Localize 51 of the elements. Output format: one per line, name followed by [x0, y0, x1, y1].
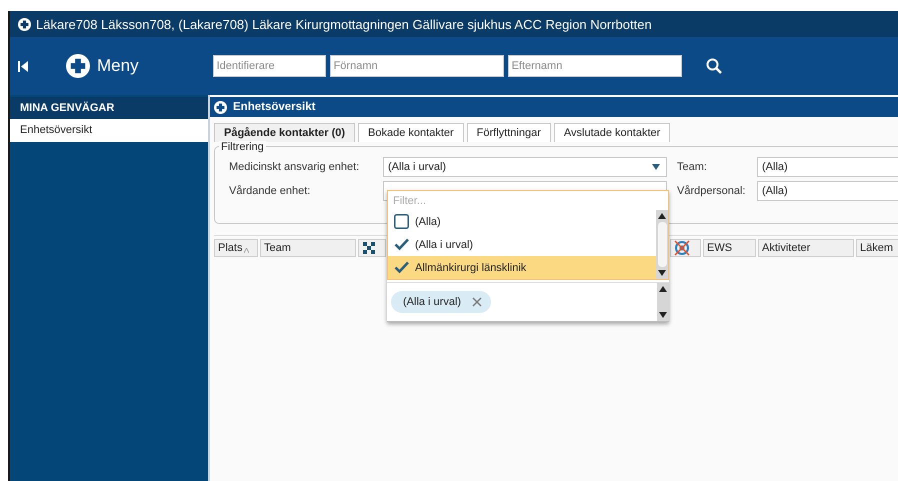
search-field[interactable]: Förnamn [330, 55, 504, 77]
scroll-down-icon [658, 270, 666, 276]
column-header[interactable] [670, 239, 701, 257]
caret-icon [652, 164, 660, 170]
tab[interactable]: Bokade kontakter [358, 123, 464, 142]
search-icon [706, 58, 722, 74]
search-field[interactable]: Efternamn [508, 55, 682, 77]
column-header[interactable]: Aktiviteter [758, 239, 854, 257]
tab[interactable]: Förflyttningar [466, 123, 551, 142]
search-field[interactable]: Identifierare [212, 55, 326, 77]
scroll-up-icon [658, 213, 666, 219]
plus-icon [214, 100, 227, 114]
column-header[interactable]: EWS [703, 239, 756, 257]
collapse-button[interactable] [16, 58, 30, 74]
tab[interactable]: Pågående kontakter (0) [214, 123, 356, 142]
column-header[interactable] [358, 239, 386, 257]
scroll-thumb[interactable] [658, 222, 666, 267]
dropdown-option[interactable]: Allmänkirurgi länsklinik [388, 256, 656, 279]
column-header[interactable]: Plats [214, 239, 258, 257]
field-label: Vårdpersonal: [676, 185, 746, 197]
remove-button[interactable] [471, 296, 484, 308]
dropdown-field[interactable]: (Alla i urval) [383, 157, 667, 177]
target-icon [674, 240, 690, 256]
scroll-down-icon [659, 312, 667, 318]
scrollbar[interactable] [657, 283, 669, 321]
sort-icon [244, 248, 250, 252]
collapse-icon [18, 60, 28, 72]
close-icon [472, 297, 482, 307]
search-button[interactable] [704, 56, 724, 76]
dropdown-option[interactable]: (Alla) [388, 210, 656, 233]
plus-icon [66, 54, 90, 78]
dropdown-option[interactable]: (Alla i urval) [388, 233, 656, 256]
menu-button[interactable]: Meny [66, 54, 139, 78]
field-label: Team: [676, 161, 708, 173]
scroll-up-icon [659, 286, 667, 292]
scrollbar[interactable] [656, 210, 668, 279]
plus-icon [18, 18, 31, 30]
column-header[interactable]: Team [260, 239, 356, 257]
tab[interactable]: Avslutade kontakter [554, 123, 670, 142]
filter-field[interactable]: Filter... [387, 190, 669, 210]
dropdown-field[interactable]: (Alla) [757, 181, 898, 201]
panel-title: Enhetsöversikt [233, 101, 316, 113]
field-label: Vårdande enhet: [229, 185, 312, 197]
dropdown-field[interactable]: (Alla) [757, 157, 898, 177]
selected-chip: (Alla i urval) [391, 291, 492, 313]
field-label: Medicinskt ansvarig enhet: [229, 161, 360, 173]
column-header[interactable]: Läkem [856, 239, 898, 257]
window-title: Läkare708 Läksson708, (Lakare708) Läkare Kirurgmottagningen Gällivare sjukhus ACC Region Norrbotten [36, 16, 652, 32]
sidebar-item[interactable]: Enhetsöversikt [10, 119, 208, 142]
sidebar-header: MINA GENVÄGAR [10, 97, 208, 119]
filter-legend: Filtrering [219, 141, 266, 153]
